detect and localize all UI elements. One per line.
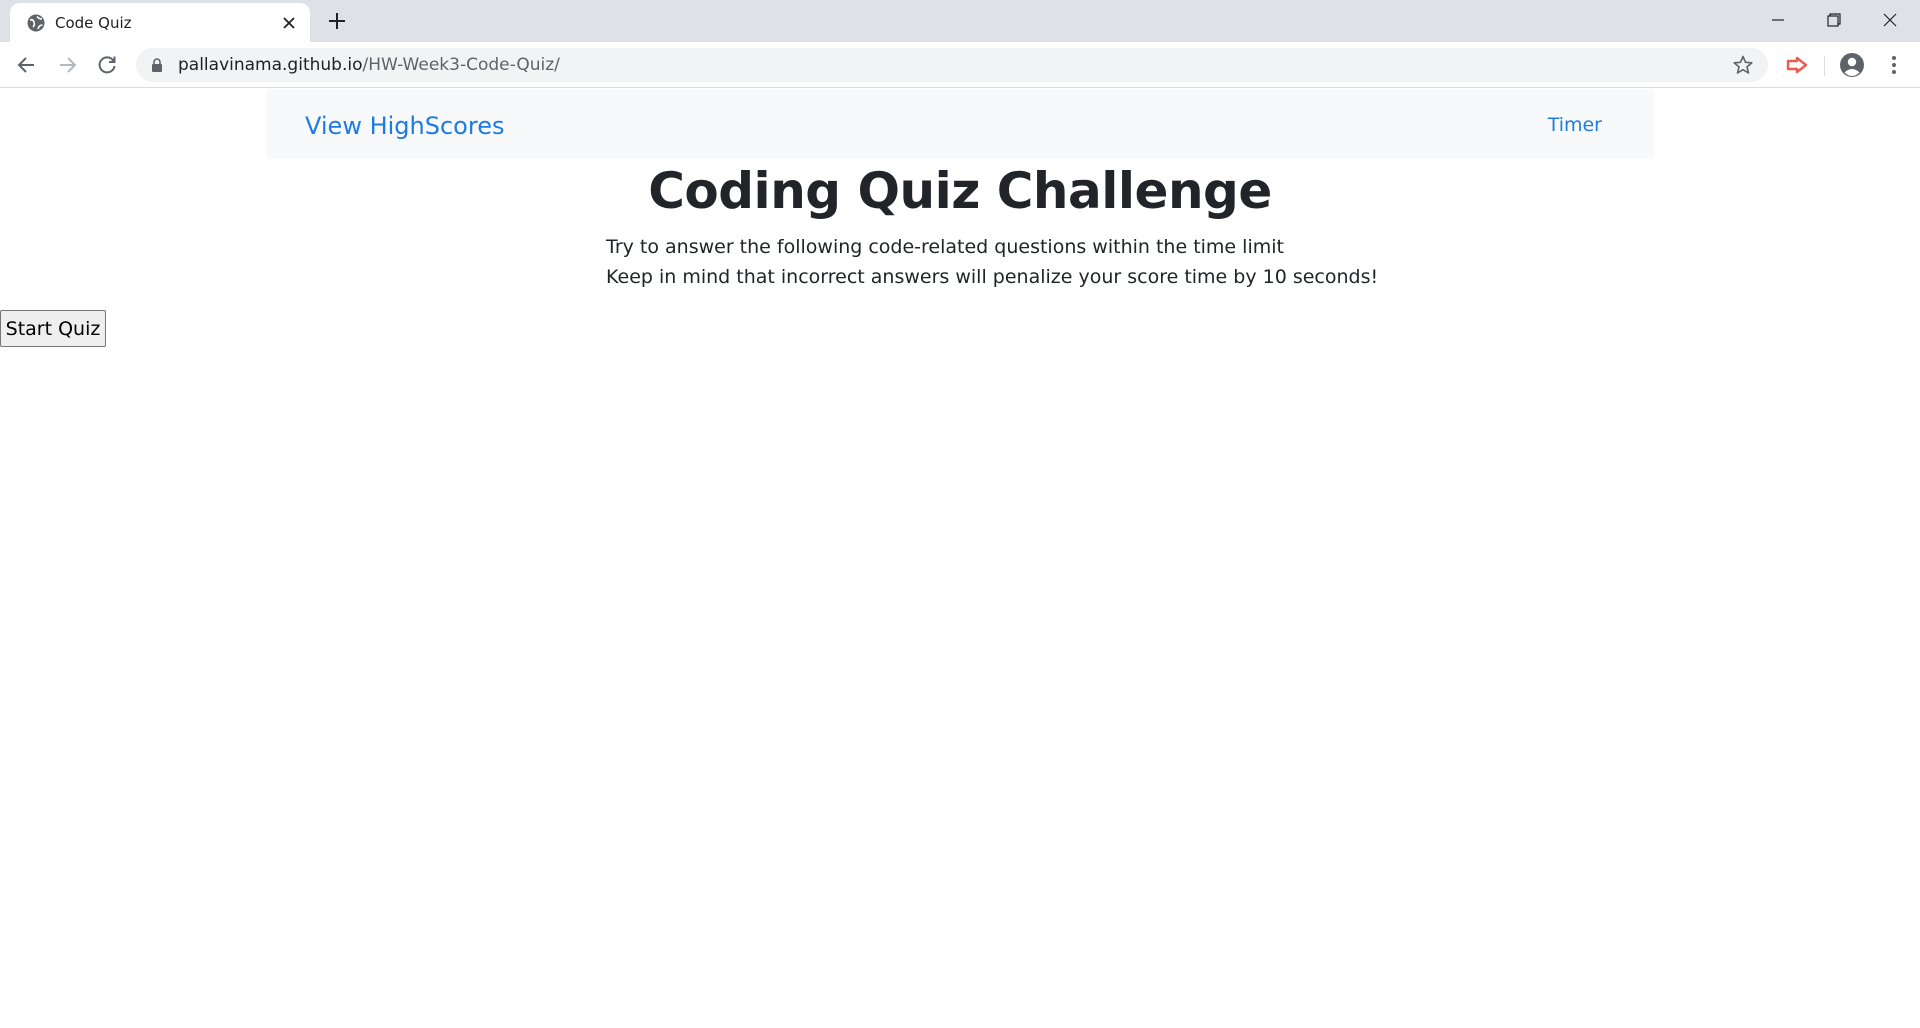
window-close-icon[interactable] bbox=[1878, 8, 1902, 32]
profile-icon[interactable] bbox=[1838, 51, 1866, 79]
url-text[interactable]: pallavinama.github.io/HW-Week3-Code-Quiz… bbox=[178, 55, 560, 75]
toolbar-divider bbox=[1824, 56, 1825, 76]
start-quiz-button[interactable]: Start Quiz bbox=[0, 310, 106, 347]
extension-icon[interactable] bbox=[1784, 52, 1810, 78]
browser-toolbar: pallavinama.github.io/HW-Week3-Code-Quiz… bbox=[0, 42, 1920, 88]
back-arrow-icon[interactable] bbox=[14, 52, 40, 78]
page-title: Coding Quiz Challenge bbox=[648, 162, 1272, 220]
tab-title: Code Quiz bbox=[55, 14, 132, 32]
timer-label: Timer bbox=[1547, 114, 1602, 136]
lock-icon[interactable] bbox=[150, 57, 164, 73]
star-icon[interactable] bbox=[1732, 54, 1754, 76]
minimize-icon[interactable] bbox=[1766, 8, 1790, 32]
intro-line-1: Try to answer the following code-related… bbox=[606, 236, 1284, 258]
forward-arrow-icon[interactable] bbox=[54, 52, 80, 78]
kebab-menu-icon[interactable] bbox=[1882, 53, 1906, 77]
tab-strip: Code Quiz bbox=[0, 0, 1920, 42]
address-bar[interactable]: pallavinama.github.io/HW-Week3-Code-Quiz… bbox=[136, 48, 1768, 82]
globe-icon bbox=[27, 14, 45, 32]
intro-line-2: Keep in mind that incorrect answers will… bbox=[606, 266, 1379, 288]
url-host: pallavinama.github.io bbox=[178, 55, 363, 75]
intro-text: Try to answer the following code-related… bbox=[606, 232, 1378, 292]
restore-icon[interactable] bbox=[1822, 8, 1846, 32]
browser-tab[interactable]: Code Quiz bbox=[10, 3, 310, 42]
plus-icon[interactable] bbox=[326, 10, 348, 32]
quiz-navbar: View HighScores Timer bbox=[266, 89, 1654, 159]
view-highscores-link[interactable]: View HighScores bbox=[305, 111, 504, 141]
close-icon[interactable] bbox=[280, 14, 298, 32]
reload-icon[interactable] bbox=[94, 52, 120, 78]
url-path: /HW-Week3-Code-Quiz/ bbox=[362, 55, 560, 75]
page-content: View HighScores Timer Coding Quiz Challe… bbox=[0, 89, 1920, 1028]
